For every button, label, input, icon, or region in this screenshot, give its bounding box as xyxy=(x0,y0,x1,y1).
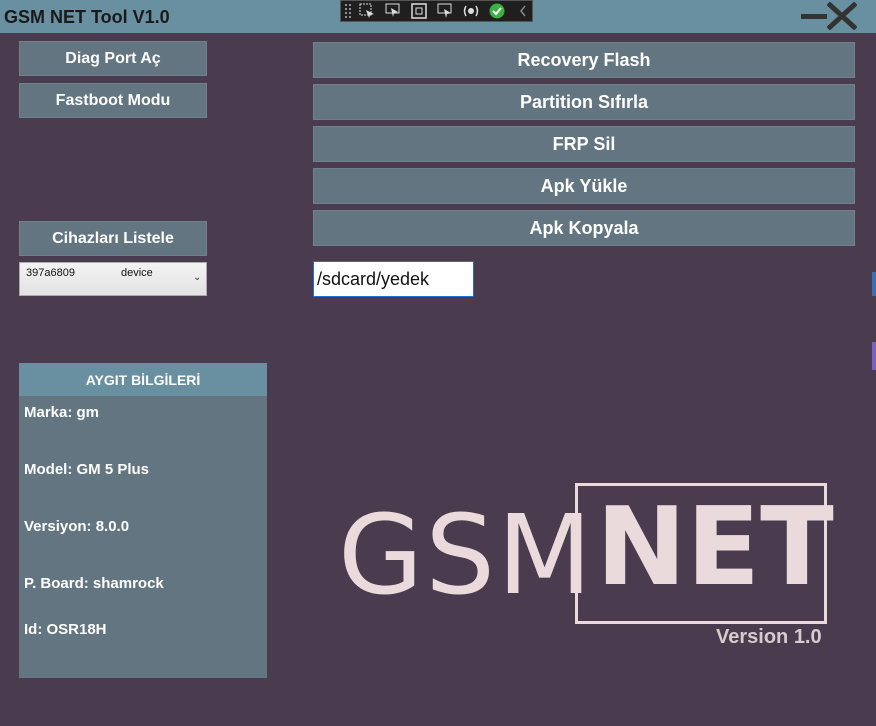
close-icon[interactable] xyxy=(826,1,858,31)
window-title: GSM NET Tool V1.0 xyxy=(4,7,170,27)
background-window-edge xyxy=(872,272,876,296)
list-devices-button[interactable]: Cihazları Listele xyxy=(19,221,207,256)
chevron-down-icon: ⌄ xyxy=(193,272,202,283)
minimize-icon[interactable] xyxy=(801,14,827,19)
frp-remove-button[interactable]: FRP Sil xyxy=(313,126,855,162)
logo-gsm-text: GSM xyxy=(338,491,594,619)
fastboot-mode-button[interactable]: Fastboot Modu xyxy=(19,83,207,118)
device-select[interactable]: 397a6809 device ⌄ xyxy=(19,262,207,296)
debug-toolbar xyxy=(340,0,533,22)
recovery-flash-button[interactable]: Recovery Flash xyxy=(313,42,855,78)
info-version: Versiyon: 8.0.0 xyxy=(24,518,130,535)
logo-version-text: Version 1.0 xyxy=(716,626,822,648)
diag-port-button[interactable]: Diag Port Aç xyxy=(19,41,207,76)
check-icon[interactable] xyxy=(488,3,505,20)
select-element-icon[interactable] xyxy=(358,3,375,20)
hot-reload-icon[interactable] xyxy=(462,3,479,20)
device-state: device xyxy=(121,267,153,279)
info-brand: Marka: gm xyxy=(24,404,100,421)
apk-copy-button[interactable]: Apk Kopyala xyxy=(313,210,855,246)
partition-reset-button[interactable]: Partition Sıfırla xyxy=(313,84,855,120)
collapse-icon[interactable] xyxy=(514,3,531,20)
device-serial: 397a6809 xyxy=(26,267,75,279)
pointer-icon[interactable] xyxy=(384,3,401,20)
logo-net-text: NET xyxy=(596,485,834,610)
device-info-panel: AYGIT BİLGİLERİ Marka: gm Model: GM 5 Pl… xyxy=(19,363,267,678)
device-info-header: AYGIT BİLGİLERİ xyxy=(19,363,267,396)
display-icon[interactable] xyxy=(436,3,453,20)
info-model: Model: GM 5 Plus xyxy=(24,461,150,478)
apk-install-button[interactable]: Apk Yükle xyxy=(313,168,855,204)
backup-path-input[interactable]: /sdcard/yedek xyxy=(313,261,474,297)
toolbar-grip-icon[interactable] xyxy=(344,3,352,19)
frame-icon[interactable] xyxy=(410,3,427,20)
info-id: Id: OSR18H xyxy=(24,621,107,638)
background-window-edge xyxy=(872,342,876,370)
info-board: P. Board: shamrock xyxy=(24,575,164,592)
